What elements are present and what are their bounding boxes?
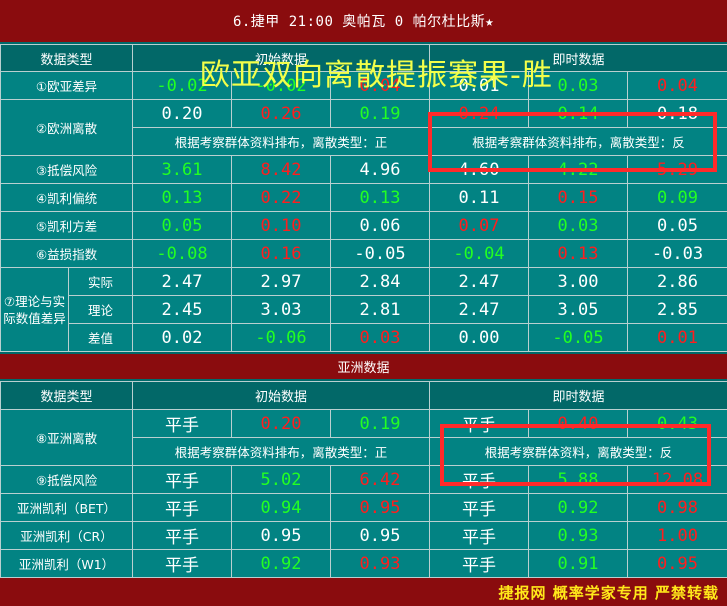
asia-compensate-value: 5.02 [231,465,331,494]
kelly-cr-value: 平手 [429,521,529,550]
asia-section-title: 亚洲数据 [0,354,727,379]
kelly-w1-value: 0.95 [627,549,727,578]
kelly-var-value: 0.06 [330,211,431,240]
euro-disc-value: 0.26 [231,99,332,128]
kelly-bias-value: 0.13 [132,183,233,212]
compensate-value: 8.42 [231,155,332,184]
col-type-header: 数据类型 [0,44,134,72]
kelly-var-value: 0.05 [627,211,727,240]
profit-value: -0.03 [627,239,727,268]
theory-sub-label-actual: 实际 [67,267,134,296]
profit-value: 0.13 [528,239,629,268]
kelly-bias-value: 0.11 [429,183,530,212]
theory-theory-value: 3.03 [231,295,332,324]
euro-disc-value: 0.20 [132,99,233,128]
row-label-kelly-w1: 亚洲凯利（W1） [0,549,133,578]
row-label-kelly-bias: ④凯利偏统 [0,183,134,212]
footer-notice: 捷报网 概率学家专用 严禁转载 [0,578,727,606]
kelly-cr-value: 0.95 [330,521,430,550]
row-label-kelly-var: ⑤凯利方差 [0,211,134,240]
kelly-bias-value: 0.13 [330,183,431,212]
row-label-asia-disc: ⑧亚洲离散 [0,409,133,466]
kelly-w1-value: 平手 [429,549,529,578]
asia-compensate-value: 6.42 [330,465,430,494]
theory-actual-value: 2.84 [330,267,431,296]
kelly-w1-value: 平手 [132,549,232,578]
kelly-cr-value: 0.95 [231,521,331,550]
kelly-w1-value: 0.93 [330,549,430,578]
theory-diff-value: -0.06 [231,323,332,352]
row-label-euro-disc: ②欧洲离散 [0,99,134,156]
theory-actual-value: 2.97 [231,267,332,296]
theory-sub-label-theory: 理论 [67,295,134,324]
theory-diff-value: 0.02 [132,323,233,352]
kelly-bet-value: 0.94 [231,493,331,522]
asia-disc-note-initial: 根据考察群体资料排布，离散类型：正 [132,437,430,466]
theory-theory-value: 3.05 [528,295,629,324]
profit-value: -0.05 [330,239,431,268]
row-label-compensate: ③抵偿风险 [0,155,134,184]
profit-value: 0.16 [231,239,332,268]
highlight-box-europe [428,112,717,172]
profit-value: -0.08 [132,239,233,268]
compensate-value: 4.96 [330,155,431,184]
row-label-theory: ⑦理论与实际数值差异 [0,267,69,352]
kelly-bet-value: 0.95 [330,493,430,522]
kelly-bet-value: 0.98 [627,493,727,522]
profit-value: -0.04 [429,239,530,268]
asia-disc-value: 平手 [132,409,232,438]
theory-actual-value: 2.47 [132,267,233,296]
kelly-bet-value: 0.92 [528,493,628,522]
theory-actual-value: 3.00 [528,267,629,296]
asia-disc-value: 0.20 [231,409,331,438]
kelly-w1-value: 0.92 [231,549,331,578]
theory-sub-label-diff: 差值 [67,323,134,352]
kelly-var-value: 0.05 [132,211,233,240]
kelly-var-value: 0.07 [429,211,530,240]
row-label-kelly-cr: 亚洲凯利（CR） [0,521,133,550]
asia-disc-value: 0.19 [330,409,430,438]
row-label-kelly-bet: 亚洲凯利（BET） [0,493,133,522]
kelly-bet-value: 平手 [429,493,529,522]
theory-diff-value: 0.03 [330,323,431,352]
row-label-odds-diff: ①欧亚差异 [0,71,134,100]
asia-col-initial-header: 初始数据 [132,381,430,410]
compensate-value: 3.61 [132,155,233,184]
highlight-box-asia [440,424,711,486]
kelly-var-value: 0.10 [231,211,332,240]
kelly-bias-value: 0.22 [231,183,332,212]
theory-diff-value: -0.05 [528,323,629,352]
asia-col-live-header: 即时数据 [429,381,727,410]
theory-actual-value: 2.86 [627,267,727,296]
asia-compensate-value: 平手 [132,465,232,494]
row-label-profit: ⑥益损指数 [0,239,134,268]
asia-col-type-header: 数据类型 [0,381,133,410]
euro-disc-note-initial: 根据考察群体资料排布，离散类型：正 [132,127,431,156]
kelly-cr-value: 0.93 [528,521,628,550]
theory-theory-value: 2.81 [330,295,431,324]
kelly-cr-value: 1.00 [627,521,727,550]
kelly-var-value: 0.03 [528,211,629,240]
theory-diff-value: 0.00 [429,323,530,352]
euro-disc-value: 0.19 [330,99,431,128]
theory-theory-value: 2.45 [132,295,233,324]
match-title: 6.捷甲 21:00 奥帕瓦 0 帕尔杜比斯★ [0,0,727,42]
kelly-bias-value: 0.15 [528,183,629,212]
row-label-asia-compensate: ⑨抵偿风险 [0,465,133,494]
overlay-result-caption: 欧亚双向离散提振赛果-胜 [200,58,553,93]
kelly-w1-value: 0.91 [528,549,628,578]
kelly-bias-value: 0.09 [627,183,727,212]
theory-theory-value: 2.47 [429,295,530,324]
odds-diff-value: 0.04 [627,71,727,100]
theory-actual-value: 2.47 [429,267,530,296]
kelly-bet-value: 平手 [132,493,232,522]
theory-theory-value: 2.85 [627,295,727,324]
kelly-cr-value: 平手 [132,521,232,550]
theory-diff-value: 0.01 [627,323,727,352]
